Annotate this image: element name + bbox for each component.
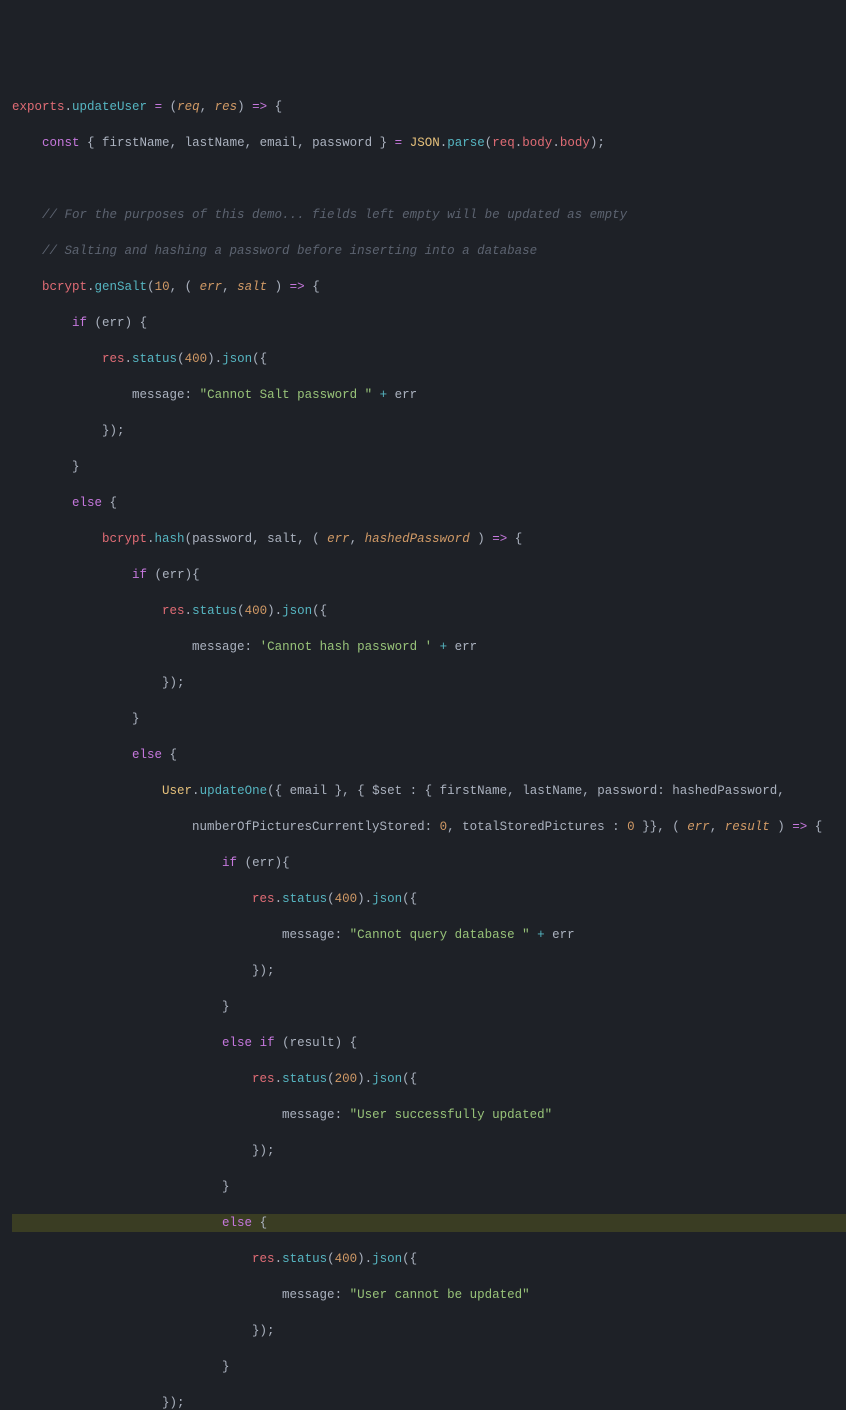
code-line[interactable]: }); — [12, 674, 846, 692]
code-line[interactable]: message: "Cannot Salt password " + err — [12, 386, 846, 404]
code-editor[interactable]: exports.updateUser = (req, res) => { con… — [12, 80, 846, 1410]
code-line[interactable]: res.status(400).json({ — [12, 890, 846, 908]
token-param: req — [177, 100, 200, 114]
token-keyword: const — [42, 136, 80, 150]
token-string: "Cannot Salt password " — [200, 388, 373, 402]
code-line[interactable]: // Salting and hashing a password before… — [12, 242, 846, 260]
code-line[interactable]: bcrypt.hash(password, salt, ( err, hashe… — [12, 530, 846, 548]
token-object: exports — [12, 100, 65, 114]
code-line-highlighted[interactable]: else { — [12, 1214, 846, 1232]
code-line[interactable]: message: "Cannot query database " + err — [12, 926, 846, 944]
code-line[interactable]: }); — [12, 1394, 846, 1410]
code-line[interactable]: res.status(400).json({ — [12, 1250, 846, 1268]
token-param: res — [215, 100, 238, 114]
token-comment: // For the purposes of this demo... fiel… — [42, 208, 627, 222]
code-line[interactable]: }); — [12, 1322, 846, 1340]
code-line[interactable]: } — [12, 1178, 846, 1196]
code-line[interactable]: else if (result) { — [12, 1034, 846, 1052]
token-ident: firstName — [102, 136, 170, 150]
code-line[interactable]: // For the purposes of this demo... fiel… — [12, 206, 846, 224]
code-line[interactable]: message: "User cannot be updated" — [12, 1286, 846, 1304]
code-line[interactable]: } — [12, 458, 846, 476]
code-line[interactable]: else { — [12, 746, 846, 764]
code-line[interactable]: if (err){ — [12, 854, 846, 872]
code-line[interactable]: else { — [12, 494, 846, 512]
code-line[interactable]: if (err){ — [12, 566, 846, 584]
token-property: updateUser — [72, 100, 147, 114]
code-line[interactable]: if (err) { — [12, 314, 846, 332]
code-line[interactable]: const { firstName, lastName, email, pass… — [12, 134, 846, 152]
code-line[interactable]: res.status(400).json({ — [12, 602, 846, 620]
token-builtin: JSON — [410, 136, 440, 150]
code-line[interactable]: } — [12, 998, 846, 1016]
code-line[interactable]: }); — [12, 962, 846, 980]
code-line[interactable] — [12, 170, 846, 188]
code-line[interactable]: res.status(400).json({ — [12, 350, 846, 368]
code-line[interactable]: }); — [12, 1142, 846, 1160]
code-line[interactable]: message: 'Cannot hash password ' + err — [12, 638, 846, 656]
code-line[interactable]: User.updateOne({ email }, { $set : { fir… — [12, 782, 846, 800]
code-line[interactable]: }); — [12, 422, 846, 440]
token-comment: // Salting and hashing a password before… — [42, 244, 537, 258]
code-line[interactable]: } — [12, 710, 846, 728]
code-line[interactable]: res.status(200).json({ — [12, 1070, 846, 1088]
code-line[interactable]: numberOfPicturesCurrentlyStored: 0, tota… — [12, 818, 846, 836]
code-line[interactable]: message: "User successfully updated" — [12, 1106, 846, 1124]
code-line[interactable]: bcrypt.genSalt(10, ( err, salt ) => { — [12, 278, 846, 296]
code-line[interactable]: exports.updateUser = (req, res) => { — [12, 98, 846, 116]
code-line[interactable]: } — [12, 1358, 846, 1376]
